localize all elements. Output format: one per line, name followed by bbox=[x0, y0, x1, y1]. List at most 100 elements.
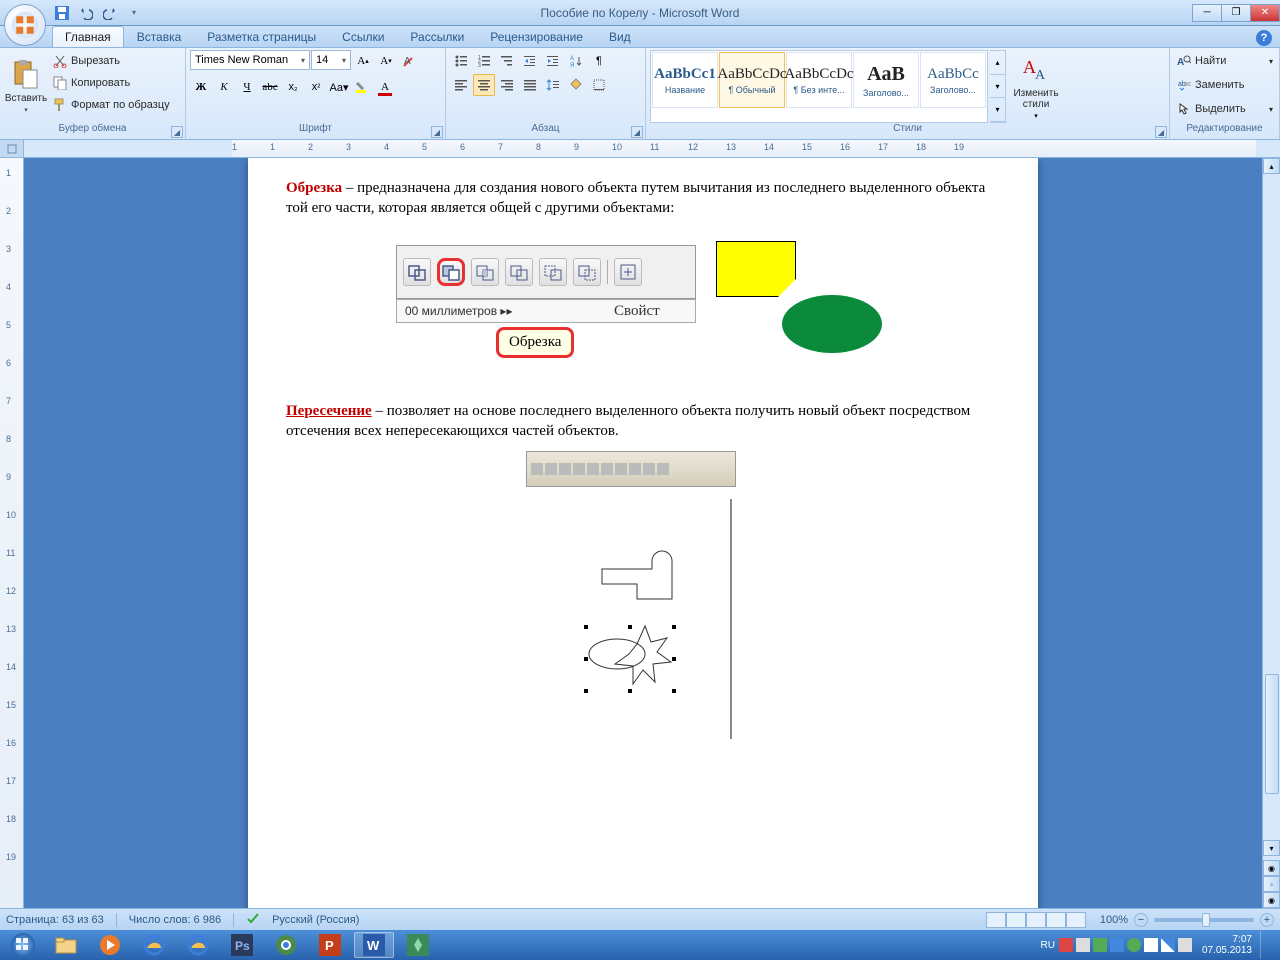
paragraph[interactable]: Пересечение – позволяет на основе послед… bbox=[286, 401, 1000, 442]
tray-icon[interactable] bbox=[1093, 938, 1107, 952]
browse-object-button[interactable]: ◦ bbox=[1263, 876, 1280, 892]
maximize-button[interactable]: ❐ bbox=[1221, 4, 1251, 22]
shrink-font-button[interactable]: A▾ bbox=[375, 50, 397, 72]
proofing-icon[interactable] bbox=[246, 911, 260, 928]
next-page-button[interactable]: ◉ bbox=[1263, 892, 1280, 908]
zoom-percent[interactable]: 100% bbox=[1100, 914, 1128, 926]
clock[interactable]: 7:07 07.05.2013 bbox=[1202, 934, 1252, 956]
print-layout-view[interactable] bbox=[986, 912, 1006, 928]
styles-gallery[interactable]: AaBbCc1Название AaBbCcDc¶ Обычный AaBbCc… bbox=[650, 50, 988, 123]
office-button[interactable] bbox=[4, 4, 46, 46]
vertical-ruler[interactable]: 12345678910111213141516171819 bbox=[0, 158, 24, 908]
tab-review[interactable]: Рецензирование bbox=[477, 26, 596, 47]
bullets-button[interactable] bbox=[450, 50, 472, 72]
underline-button[interactable]: Ч bbox=[236, 76, 258, 98]
scroll-thumb[interactable] bbox=[1265, 674, 1279, 794]
select-button[interactable]: Выделить▾ bbox=[1174, 98, 1275, 120]
numbering-button[interactable]: 123 bbox=[473, 50, 495, 72]
close-button[interactable]: ✕ bbox=[1250, 4, 1280, 22]
align-left-button[interactable] bbox=[450, 74, 472, 96]
find-button[interactable]: AНайти▾ bbox=[1174, 50, 1275, 72]
sort-button[interactable]: AЯ bbox=[565, 50, 587, 72]
page-viewport[interactable]: Обрезка – предназначена для создания нов… bbox=[24, 158, 1262, 908]
ie-taskitem-2[interactable] bbox=[178, 932, 218, 958]
styles-gallery-scroll[interactable]: ▴▾▾ bbox=[990, 50, 1006, 123]
multilevel-list-button[interactable] bbox=[496, 50, 518, 72]
styles-launcher[interactable]: ◢ bbox=[1155, 126, 1167, 138]
page-status[interactable]: Страница: 63 из 63 bbox=[6, 914, 104, 926]
change-styles-button[interactable]: AA Изменить стили ▾ bbox=[1008, 50, 1064, 123]
font-size-combo[interactable]: 14▾ bbox=[311, 50, 351, 70]
powerpoint-taskitem[interactable]: P bbox=[310, 932, 350, 958]
decrease-indent-button[interactable] bbox=[519, 50, 541, 72]
tray-network-icon[interactable] bbox=[1161, 938, 1175, 952]
draft-view[interactable] bbox=[1066, 912, 1086, 928]
format-painter-button[interactable]: Формат по образцу bbox=[50, 94, 172, 116]
style-item[interactable]: AaBbCcDc¶ Обычный bbox=[719, 52, 785, 108]
style-item[interactable]: AaBbCcDc¶ Без инте... bbox=[786, 52, 852, 108]
fullscreen-view[interactable] bbox=[1006, 912, 1026, 928]
borders-button[interactable] bbox=[588, 74, 610, 96]
tab-insert[interactable]: Вставка bbox=[124, 26, 195, 47]
word-taskitem[interactable]: W bbox=[354, 932, 394, 958]
zoom-in-button[interactable]: + bbox=[1260, 913, 1274, 927]
paragraph[interactable]: Обрезка – предназначена для создания нов… bbox=[286, 178, 1000, 219]
replace-button[interactable]: abacЗаменить bbox=[1174, 74, 1275, 96]
zoom-out-button[interactable]: − bbox=[1134, 913, 1148, 927]
prev-page-button[interactable]: ◉ bbox=[1263, 860, 1280, 876]
redo-button[interactable] bbox=[100, 3, 120, 23]
ie-taskitem[interactable] bbox=[134, 932, 174, 958]
shading-button[interactable] bbox=[565, 74, 587, 96]
superscript-button[interactable]: x² bbox=[305, 76, 327, 98]
highlight-button[interactable] bbox=[351, 76, 373, 98]
tab-home[interactable]: Главная bbox=[52, 26, 124, 47]
align-right-button[interactable] bbox=[496, 74, 518, 96]
clipboard-launcher[interactable]: ◢ bbox=[171, 126, 183, 138]
style-item[interactable]: AaBbCc1Название bbox=[652, 52, 718, 108]
wmp-taskitem[interactable] bbox=[90, 932, 130, 958]
font-color-button[interactable]: A bbox=[374, 76, 396, 98]
scroll-down-button[interactable]: ▾ bbox=[1263, 840, 1280, 856]
outline-view[interactable] bbox=[1046, 912, 1066, 928]
subscript-button[interactable]: x₂ bbox=[282, 76, 304, 98]
zoom-slider[interactable] bbox=[1154, 918, 1254, 922]
scroll-up-button[interactable]: ▴ bbox=[1263, 158, 1280, 174]
align-center-button[interactable] bbox=[473, 74, 495, 96]
increase-indent-button[interactable] bbox=[542, 50, 564, 72]
save-button[interactable] bbox=[52, 3, 72, 23]
horizontal-ruler[interactable]: 112345678910111213141516171819 bbox=[232, 140, 1256, 157]
grow-font-button[interactable]: A▴ bbox=[352, 50, 374, 72]
explorer-taskitem[interactable] bbox=[46, 932, 86, 958]
tray-lang[interactable]: RU bbox=[1040, 940, 1054, 951]
tray-icon[interactable] bbox=[1110, 938, 1124, 952]
word-count[interactable]: Число слов: 6 986 bbox=[129, 914, 221, 926]
tray-volume-icon[interactable] bbox=[1178, 938, 1192, 952]
tray-icon[interactable] bbox=[1076, 938, 1090, 952]
bold-button[interactable]: Ж bbox=[190, 76, 212, 98]
show-marks-button[interactable]: ¶ bbox=[588, 50, 610, 72]
web-layout-view[interactable] bbox=[1026, 912, 1046, 928]
tab-pagelayout[interactable]: Разметка страницы bbox=[194, 26, 329, 47]
vertical-scrollbar[interactable]: ▴ ▾ ◉ ◦ ◉ bbox=[1262, 158, 1280, 908]
change-case-button[interactable]: Aa▾ bbox=[328, 76, 350, 98]
document-page[interactable]: Обрезка – предназначена для создания нов… bbox=[248, 158, 1038, 908]
font-family-combo[interactable]: Times New Roman▾ bbox=[190, 50, 310, 70]
paste-button[interactable]: Вставить ▾ bbox=[4, 50, 48, 123]
chrome-taskitem[interactable] bbox=[266, 932, 306, 958]
tab-references[interactable]: Ссылки bbox=[329, 26, 397, 47]
tray-icon[interactable] bbox=[1059, 938, 1073, 952]
copy-button[interactable]: Копировать bbox=[50, 72, 172, 94]
font-launcher[interactable]: ◢ bbox=[431, 126, 443, 138]
minimize-button[interactable]: ─ bbox=[1192, 4, 1222, 22]
style-item[interactable]: AaBbCcЗаголово... bbox=[920, 52, 986, 108]
tab-view[interactable]: Вид bbox=[596, 26, 644, 47]
tray-icon[interactable] bbox=[1127, 938, 1141, 952]
tray-flag-icon[interactable] bbox=[1144, 938, 1158, 952]
line-spacing-button[interactable] bbox=[542, 74, 564, 96]
cut-button[interactable]: Вырезать bbox=[50, 50, 172, 72]
start-button[interactable] bbox=[4, 931, 42, 959]
style-item[interactable]: AaBЗаголово... bbox=[853, 52, 919, 108]
tab-mailings[interactable]: Рассылки bbox=[397, 26, 477, 47]
strikethrough-button[interactable]: abc bbox=[259, 76, 281, 98]
help-icon[interactable]: ? bbox=[1256, 30, 1272, 46]
